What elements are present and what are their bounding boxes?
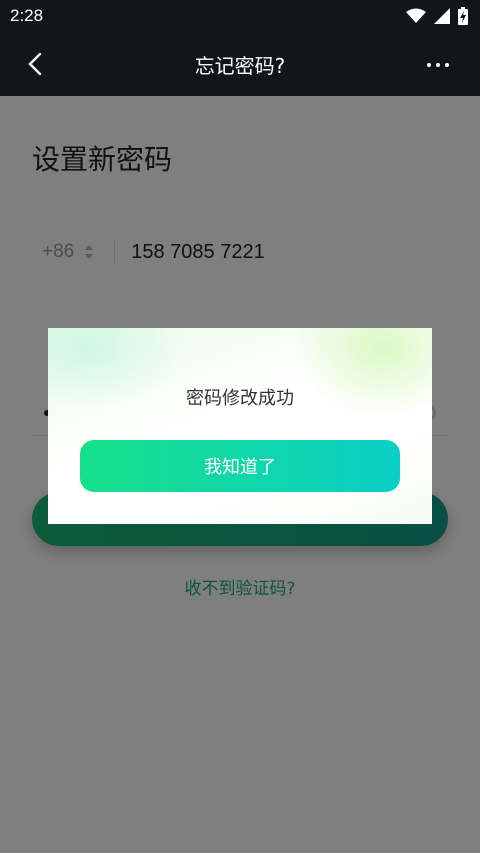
wifi-icon [406,8,426,23]
success-dialog: 密码修改成功 我知道了 [48,328,432,524]
page-title-nav: 忘记密码? [194,53,286,78]
status-icons [406,7,468,25]
signal-icon [434,8,450,24]
status-bar: 2:28 [0,0,480,32]
status-time: 2:28 [10,6,44,25]
nav-bar: 忘记密码? [0,32,480,96]
more-dots-icon[interactable] [426,62,450,68]
dialog-message: 密码修改成功 [186,388,294,409]
battery-charging-icon [458,7,468,25]
chevron-left-icon[interactable] [24,52,48,76]
confirm-button[interactable]: 我知道了 [80,440,400,492]
